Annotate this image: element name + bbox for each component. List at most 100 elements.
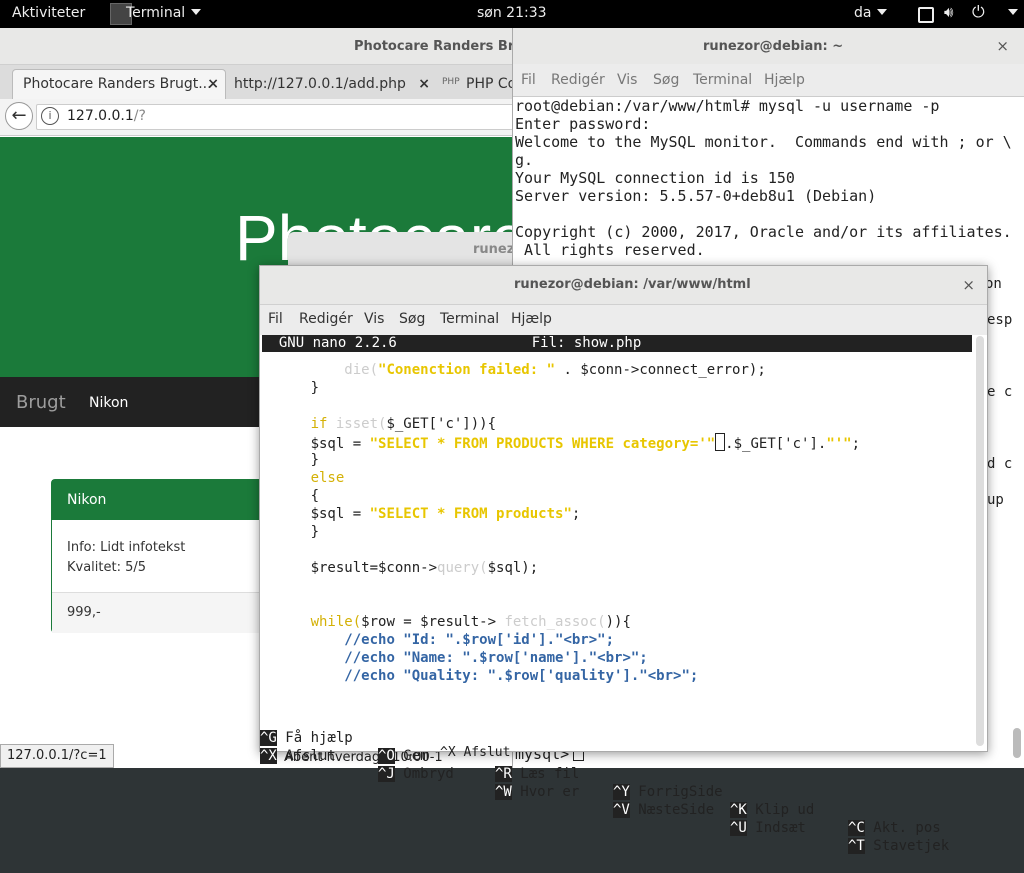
- shortcut-save[interactable]: ^O Gem: [378, 747, 429, 765]
- terminal-fragment: d c: [987, 456, 1013, 472]
- code-line: }: [310, 452, 320, 468]
- tab-php[interactable]: PHP PHP Co: [440, 69, 520, 99]
- tab-label: Photocare Randers Brugt...: [23, 76, 212, 92]
- code-line: }: [310, 524, 320, 540]
- card-info: Info: Lidt infotekst: [67, 540, 186, 555]
- info-icon[interactable]: i: [41, 107, 59, 125]
- terminal-titlebar: runezor@debian: /var/www/html ×: [260, 266, 987, 305]
- shortcut-next-page[interactable]: ^V NæsteSide: [613, 801, 714, 819]
- terminal-line: Welcome to the MySQL monitor. Commands e…: [515, 133, 1012, 151]
- chevron-down-icon: [191, 9, 202, 15]
- shortcut-spell[interactable]: ^T Stavetjek: [848, 837, 949, 855]
- scrollbar[interactable]: [976, 336, 984, 746]
- code-line: while($row = $result-> fetch_assoc()){: [310, 614, 631, 630]
- language-selector[interactable]: da: [854, 5, 888, 21]
- tab-label: http://127.0.0.1/add.php: [234, 76, 406, 92]
- shortcut-cur-pos[interactable]: ^C Akt. pos: [848, 819, 941, 837]
- chevron-down-icon: [877, 9, 888, 15]
- app-menu[interactable]: Terminal: [126, 5, 202, 21]
- terminal-menubar: Fil Redigér Vis Søg Terminal Hjælp: [513, 64, 1024, 97]
- close-icon[interactable]: ×: [207, 76, 219, 92]
- terminal-line: Enter password:: [515, 115, 651, 133]
- code-line: if isset($_GET['c'])){: [310, 416, 497, 432]
- menu-vis[interactable]: Vis: [617, 72, 637, 88]
- menu-hjaelp[interactable]: Hjælp: [764, 72, 805, 88]
- shortcut-row: ^X Afslut ^J Ombryd ^W Hvor er ^V NæsteS…: [260, 729, 972, 854]
- terminal-line: Copyright (c) 2000, 2017, Oracle and/or …: [515, 223, 1012, 241]
- menu-hjaelp[interactable]: Hjælp: [511, 311, 552, 327]
- shortcut-exit[interactable]: ^X Afslut: [260, 747, 336, 765]
- menu-fil[interactable]: Fil: [521, 72, 536, 88]
- terminal-fragment: up: [987, 492, 1004, 508]
- card-heading-text: Nikon: [67, 492, 107, 508]
- navbar-brand[interactable]: Brugt: [16, 392, 66, 413]
- tab-label: PHP Co: [466, 76, 517, 92]
- terminal-line: All rights reserved.: [515, 241, 705, 259]
- nano-header: GNU nano 2.2.6 Fil: show.php: [262, 335, 972, 352]
- nav-link-nikon[interactable]: Nikon: [89, 395, 128, 411]
- code-line: $sql = "SELECT * FROM products";: [310, 506, 581, 522]
- menu-rediger[interactable]: Redigér: [551, 72, 605, 88]
- system-menu[interactable]: [1002, 5, 1018, 21]
- shortcut-paste[interactable]: ^U Indsæt: [730, 819, 806, 837]
- shortcut-where-is[interactable]: ^W Hvor er: [495, 783, 579, 801]
- menu-rediger[interactable]: Redigér: [299, 311, 353, 327]
- screen-icon[interactable]: [918, 7, 934, 23]
- card-quality: Kvalitet: 5/5: [67, 560, 147, 575]
- gnome-top-bar: Aktiviteter Terminal søn 21:33 da 🔊︎ ⏻: [0, 0, 1024, 28]
- shortcut-row: ^G Få hjælp ^O Gem ^R Læs fil ^Y ForrigS…: [260, 711, 972, 836]
- status-url: 127.0.0.1/?c=1: [0, 744, 114, 768]
- tab-add-php[interactable]: http://127.0.0.1/add.php ×: [228, 69, 436, 99]
- terminal-fragment: esp: [987, 312, 1013, 328]
- nano-editor[interactable]: die("Conenction failed: " . $conn->conne…: [260, 361, 972, 685]
- volume-icon[interactable]: 🔊︎: [944, 3, 953, 21]
- shortcut-prev-page[interactable]: ^Y ForrigSide: [613, 783, 723, 801]
- code-line: {: [310, 488, 320, 504]
- code-line: $result=$conn->query($sql);: [310, 560, 539, 576]
- terminal-line: Server version: 5.5.57-0+deb8u1 (Debian): [515, 187, 877, 205]
- terminal-line: root@debian:/var/www/html# mysql -u user…: [515, 97, 940, 115]
- terminal-fragment: e c: [987, 384, 1013, 400]
- url-host: 127.0.0.1: [67, 108, 134, 124]
- nano-shortcuts: ^G Få hjælp ^O Gem ^R Læs fil ^Y ForrigS…: [260, 711, 972, 854]
- url-path: /?: [133, 108, 146, 124]
- tab-photocare[interactable]: Photocare Randers Brugt... ×: [12, 69, 226, 100]
- shortcut-cut[interactable]: ^K Klip ud: [730, 801, 814, 819]
- back-button[interactable]: ←: [5, 102, 33, 130]
- menu-vis[interactable]: Vis: [364, 311, 384, 327]
- power-icon[interactable]: ⏻: [972, 2, 985, 22]
- chevron-down-icon: [1008, 9, 1018, 15]
- text-cursor: [715, 433, 726, 451]
- code-line: $sql = "SELECT * FROM PRODUCTS WHERE cat…: [260, 433, 972, 452]
- terminal-line: g.: [515, 151, 534, 169]
- scrollbar[interactable]: [1013, 728, 1021, 758]
- menu-terminal[interactable]: Terminal: [693, 72, 752, 88]
- terminal-title: runezor@debian: ~: [703, 39, 844, 54]
- menu-fil[interactable]: Fil: [268, 311, 283, 327]
- terminal-nano-window[interactable]: runezor@debian: /var/www/html × Fil Redi…: [259, 265, 988, 854]
- card-price: 999,-: [67, 605, 101, 620]
- code-line: }: [310, 380, 320, 396]
- terminal-titlebar: runezor@debian: ~ ×: [513, 28, 1024, 64]
- menu-sog[interactable]: Søg: [653, 72, 679, 88]
- background-window-title: runez: [473, 242, 515, 257]
- terminal-output[interactable]: root@debian:/var/www/html# mysql -u user…: [515, 97, 1023, 259]
- close-icon[interactable]: ×: [996, 37, 1009, 55]
- clock[interactable]: søn 21:33: [477, 5, 547, 21]
- menu-sog[interactable]: Søg: [399, 311, 425, 327]
- close-icon[interactable]: ×: [418, 76, 430, 92]
- background-window-titlebar[interactable]: runez: [288, 232, 518, 266]
- close-icon[interactable]: ×: [962, 276, 975, 294]
- code-line: die("Conenction failed: " . $conn->conne…: [344, 362, 766, 378]
- terminal-menubar: Fil Redigér Vis Søg Terminal Hjælp: [260, 305, 987, 335]
- code-line: //echo "Id: ".$row['id']."<br>";: [344, 632, 615, 648]
- activities-button[interactable]: Aktiviteter: [12, 5, 85, 21]
- terminal-title: runezor@debian: /var/www/html: [514, 277, 751, 292]
- behind-nano-fragment: ^X Afslut: [440, 745, 511, 760]
- menu-terminal[interactable]: Terminal: [440, 311, 499, 327]
